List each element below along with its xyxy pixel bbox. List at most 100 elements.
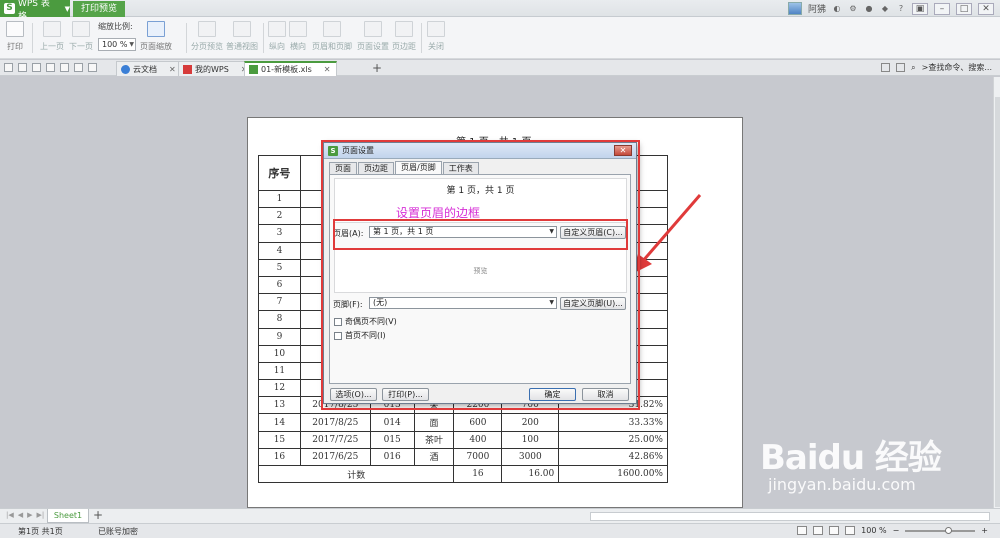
menu-icon[interactable] <box>896 63 906 72</box>
prev-sheet-icon[interactable]: ◀ <box>18 511 23 519</box>
portrait-button[interactable]: 纵向 <box>268 21 286 52</box>
avatar[interactable] <box>787 2 802 15</box>
page-setup-button[interactable]: 页面设置 <box>357 21 389 52</box>
feedback-icon[interactable]: ● <box>864 4 874 14</box>
skin-icon[interactable]: ◐ <box>832 4 842 14</box>
restore-ribbon-button[interactable]: ▣ <box>912 2 928 15</box>
new-tab-button[interactable]: + <box>372 61 382 75</box>
table-cell: 16 <box>258 447 301 467</box>
next-page-button[interactable]: 下一页 <box>69 21 93 52</box>
checkbox-box[interactable] <box>334 331 342 340</box>
app-menu-button[interactable]: S WPS 表格 ▼ <box>0 0 70 22</box>
next-page-label: 下一页 <box>69 42 93 51</box>
horizontal-scrollbar[interactable] <box>590 512 990 521</box>
prev-page-label: 上一页 <box>40 42 64 51</box>
footer-select[interactable]: (无) ▼ <box>369 297 557 309</box>
zoom-select[interactable]: 100 % ▼ <box>98 38 136 51</box>
normal-view-button[interactable]: 普通视图 <box>226 21 258 52</box>
tab-bar-right: ⌕ >查找命令、搜索... <box>881 62 992 73</box>
last-sheet-icon[interactable]: ▶| <box>37 511 45 519</box>
next-sheet-icon[interactable]: ▶ <box>27 511 32 519</box>
preview-label: 预览 <box>473 267 488 275</box>
table-cell: 33.33% <box>558 413 668 432</box>
header-select[interactable]: 第 1 页，共 1 页 ▼ <box>369 226 557 238</box>
command-search[interactable]: >查找命令、搜索... <box>922 62 992 73</box>
zoom-slider-knob[interactable] <box>945 526 953 534</box>
checkbox-box[interactable] <box>334 317 342 326</box>
close-tab-icon[interactable]: ✕ <box>324 65 331 74</box>
close-icon <box>427 21 445 37</box>
scroll-thumb[interactable] <box>995 97 1000 507</box>
page-layout-icon[interactable] <box>813 526 824 535</box>
reading-mode-icon[interactable] <box>845 526 856 535</box>
page-zoom-icon <box>147 21 165 37</box>
table-cell: 7000 <box>453 447 503 467</box>
settings-icon[interactable]: ⚙ <box>848 4 858 14</box>
page-setup-icon <box>364 21 382 37</box>
table-cell: 400 <box>453 430 503 449</box>
sheet-tab-sheet1[interactable]: Sheet1 <box>47 509 89 523</box>
tab-spreadsheet[interactable]: 01-新模板.xls ✕ <box>244 61 338 76</box>
table-cell: 15 <box>258 430 301 449</box>
zoom-slider[interactable] <box>905 526 976 534</box>
table-cell: 014 <box>369 413 415 432</box>
total-count: 16 <box>453 464 503 484</box>
options-button[interactable]: 选项(O)... <box>330 388 377 401</box>
table-row: 14 2017/8/25 014 面 600 200 33.33% <box>258 413 668 432</box>
skin-icon[interactable] <box>881 63 891 72</box>
export-icon[interactable] <box>60 63 69 72</box>
normal-view-icon[interactable] <box>797 526 808 535</box>
odd-even-checkbox[interactable]: 奇偶页不同(V) <box>334 316 397 327</box>
redo-icon[interactable] <box>88 63 97 72</box>
custom-footer-button[interactable]: 自定义页脚(U)... <box>560 297 626 310</box>
page-break-view-icon[interactable] <box>829 526 840 535</box>
prev-page-button[interactable]: 上一页 <box>40 21 64 52</box>
dialog-print-button[interactable]: 打印(P)... <box>382 388 429 401</box>
undo-icon[interactable] <box>74 63 83 72</box>
first-page-checkbox[interactable]: 首页不同(I) <box>334 330 386 341</box>
first-sheet-icon[interactable]: |◀ <box>6 511 14 519</box>
wps-logo-icon: S <box>328 145 338 156</box>
zoom-out-icon[interactable]: − <box>893 526 900 535</box>
ok-button[interactable]: 确定 <box>529 388 576 401</box>
portrait-label: 纵向 <box>269 42 285 51</box>
margins-button[interactable]: 页边距 <box>392 21 416 52</box>
tab-cloud-docs[interactable]: 云文档 ✕ <box>116 61 183 76</box>
tab-print-preview[interactable]: 打印预览 <box>73 1 125 17</box>
save-icon[interactable] <box>18 63 27 72</box>
vertical-scrollbar[interactable] <box>993 77 1000 508</box>
open-icon[interactable] <box>4 63 13 72</box>
page-zoom-button[interactable]: 页面缩放 <box>140 21 172 52</box>
help-icon[interactable]: ? <box>896 4 906 14</box>
print-button[interactable]: 打印 <box>6 21 24 52</box>
baidu-watermark: Baidu 经验 jingyan.baidu.com <box>760 430 942 494</box>
custom-header-button[interactable]: 自定义页眉(C)... <box>560 226 626 239</box>
table-cell: 3000 <box>501 447 560 467</box>
title-right-area: 阿狒 ◐ ⚙ ● ◆ ? ▣ – □ ✕ <box>787 0 1000 17</box>
close-tab-icon[interactable]: ✕ <box>169 65 176 74</box>
share-icon[interactable]: ◆ <box>880 4 890 14</box>
first-page-label: 首页不同(I) <box>345 331 386 340</box>
landscape-button[interactable]: 横向 <box>289 21 307 52</box>
close-window-button[interactable]: ✕ <box>978 2 994 15</box>
separator <box>263 23 264 53</box>
close-label: 关闭 <box>428 42 444 51</box>
add-sheet-button[interactable]: + <box>93 508 103 522</box>
close-preview-button[interactable]: 关闭 <box>427 21 445 52</box>
minimize-button[interactable]: – <box>934 2 950 15</box>
user-name[interactable]: 阿狒 <box>808 2 826 15</box>
header-footer-label: 页眉和页脚 <box>312 42 352 51</box>
landscape-label: 横向 <box>290 42 306 51</box>
total-label: 计数 <box>257 464 455 484</box>
maximize-button[interactable]: □ <box>956 2 972 15</box>
header-footer-button[interactable]: 页眉和页脚 <box>312 21 352 52</box>
dialog-close-button[interactable]: ✕ <box>614 145 632 156</box>
print-icon[interactable] <box>32 63 41 72</box>
search-icon[interactable]: ⌕ <box>911 63 915 73</box>
page-preview-button[interactable]: 分页预览 <box>191 21 223 52</box>
print-preview-icon[interactable] <box>46 63 55 72</box>
tab-header-footer[interactable]: 页眉/页脚 <box>395 161 442 175</box>
zoom-status: 100 % <box>861 526 887 535</box>
cancel-button[interactable]: 取消 <box>582 388 629 401</box>
zoom-in-icon[interactable]: + <box>981 526 988 535</box>
